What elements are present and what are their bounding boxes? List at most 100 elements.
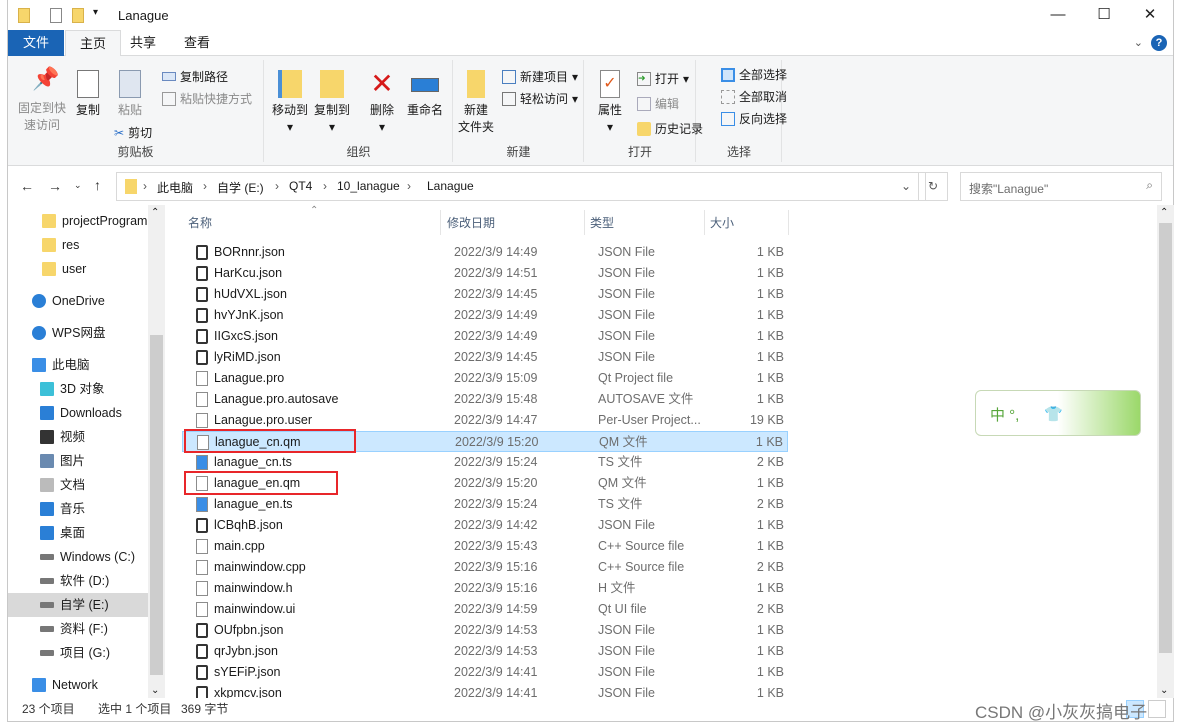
open-button[interactable]: ➜ 打开 ▾ [637,70,689,87]
tab-view[interactable]: 查看 [170,30,224,56]
nav-item[interactable]: Windows (C:) [40,545,135,569]
skin-shirt-icon[interactable]: 👕 [1044,405,1063,423]
copy-path-button[interactable]: 复制路径 [162,68,228,85]
paste-button[interactable]: 粘贴 [112,70,148,119]
copy-to-button[interactable]: 复制到 ▾ [311,70,353,136]
file-row[interactable]: OUfpbn.json 2022/3/9 14:53 JSON File 1 KB [182,620,788,641]
search-input[interactable]: 搜索"Lanague" ⌕ [960,172,1162,201]
maximize-button[interactable]: ☐ [1081,0,1127,30]
tab-home[interactable]: 主页 [65,30,122,57]
breadcrumb-item[interactable]: 此电脑 [157,179,193,196]
file-row[interactable]: mainwindow.cpp 2022/3/9 15:16 C++ Source f… [182,557,788,578]
minimize-button[interactable]: — [1035,0,1081,30]
file-row[interactable]: hUdVXL.json 2022/3/9 14:45 JSON File 1 KB [182,284,788,305]
file-row[interactable]: BORnnr.json 2022/3/9 14:49 JSON File 1 KB [182,242,788,263]
breadcrumb-item[interactable]: 10_lanague [337,179,400,193]
ime-toolbar[interactable]: 中 °, 👕 [975,390,1141,436]
properties-quick-icon[interactable] [50,8,62,23]
nav-scrollbar[interactable]: ⌃ ⌄ [148,205,165,698]
scroll-down-icon[interactable]: ⌄ [151,685,159,696]
new-folder-button[interactable]: 新建 文件夹 [456,70,496,136]
file-row[interactable]: lyRiMD.json 2022/3/9 14:45 JSON File 1 KB [182,347,788,368]
nav-item[interactable]: Downloads [40,401,122,425]
column-header-size[interactable]: 大小 [710,211,734,235]
file-row[interactable]: Lanague.pro.user 2022/3/9 14:47 Per-User P… [182,410,788,431]
file-row[interactable]: xkpmcv.json 2022/3/9 14:41 JSON File 1 KB [182,683,788,698]
nav-item[interactable]: 此电脑 [32,353,90,377]
copy-button[interactable]: 复制 [72,70,104,119]
nav-item[interactable]: 3D 对象 [40,377,104,401]
file-row[interactable]: sYEFiP.json 2022/3/9 14:41 JSON File 1 KB [182,662,788,683]
file-row[interactable]: Lanague.pro.autosave 2022/3/9 15:48 AUTOSA… [182,389,788,410]
nav-item[interactable]: 文档 [40,473,85,497]
nav-item[interactable]: projectProgram [42,209,147,233]
breadcrumb-item[interactable]: QT4 [289,179,312,193]
collapse-ribbon-icon[interactable]: ⌄ [1134,36,1143,49]
invert-selection-button[interactable]: 反向选择 [721,110,787,127]
paste-shortcut-button[interactable]: 粘贴快捷方式 [162,90,252,107]
nav-item[interactable]: 桌面 [40,521,85,545]
nav-item[interactable]: 音乐 [40,497,85,521]
scroll-down-icon[interactable]: ⌄ [1160,685,1168,696]
scrollbar-thumb[interactable] [1159,223,1172,653]
scroll-up-icon[interactable]: ⌃ [1160,207,1168,218]
breadcrumb-item[interactable]: Lanague [427,179,474,193]
back-button[interactable]: ← [20,178,34,194]
select-all-button[interactable]: 全部选择 [721,66,787,83]
large-icons-view-button[interactable] [1148,700,1166,718]
up-button[interactable]: ↑ [94,177,101,193]
column-header-type[interactable]: 类型 [590,211,614,235]
file-row[interactable]: lanague_en.ts 2022/3/9 15:24 TS 文件 2 KB [182,494,788,515]
edit-button[interactable]: 编辑 [637,95,679,112]
nav-item[interactable]: 项目 (G:) [40,641,110,665]
file-row[interactable]: HarKcu.json 2022/3/9 14:51 JSON File 1 KB [182,263,788,284]
tab-share[interactable]: 共享 [116,30,170,56]
close-button[interactable]: ✕ [1127,0,1173,30]
nav-item[interactable]: 自学 (E:) [8,593,148,617]
file-row[interactable]: IIGxcS.json 2022/3/9 14:49 JSON File 1 KB [182,326,788,347]
customize-quick-access-icon[interactable]: ▾ [93,7,98,18]
forward-button[interactable]: → [48,178,62,194]
nav-item[interactable]: 资料 (F:) [40,617,108,641]
new-folder-quick-icon[interactable] [72,8,84,23]
pin-quick-access-button[interactable]: 📌 固定到快 速访问 [14,68,70,134]
nav-item[interactable]: WPS网盘 [32,321,105,345]
file-row[interactable]: mainwindow.h 2022/3/9 15:16 H 文件 1 KB [182,578,788,599]
help-icon[interactable]: ? [1151,35,1167,51]
nav-item[interactable]: res [42,233,79,257]
file-row[interactable]: Lanague.pro 2022/3/9 15:09 Qt Project file… [182,368,788,389]
history-button[interactable]: 历史记录 [637,120,703,137]
nav-item[interactable]: 软件 (D:) [40,569,109,593]
file-row[interactable]: hvYJnK.json 2022/3/9 14:49 JSON File 1 KB [182,305,788,326]
delete-button[interactable]: ✕ 删除 ▾ [367,70,397,136]
scrollbar-thumb[interactable] [150,335,163,675]
file-row[interactable]: lCBqhB.json 2022/3/9 14:42 JSON File 1 KB [182,515,788,536]
file-row[interactable]: qrJybn.json 2022/3/9 14:53 JSON File 1 KB [182,641,788,662]
nav-item[interactable]: 视频 [40,425,85,449]
file-row[interactable]: main.cpp 2022/3/9 15:43 C++ Source file 1 K… [182,536,788,557]
nav-item[interactable]: Network [32,673,98,697]
breadcrumb-item[interactable]: 自学 (E:) [217,179,264,196]
address-dropdown-icon[interactable]: ⌄ [901,179,911,193]
easy-access-button[interactable]: 轻松访问 ▾ [502,90,578,107]
select-none-button[interactable]: 全部取消 [721,88,787,105]
scroll-up-icon[interactable]: ⌃ [151,207,159,218]
nav-item[interactable]: user [42,257,86,281]
tab-file[interactable]: 文件 [8,30,64,56]
file-list-scrollbar[interactable]: ⌃ ⌄ [1157,205,1174,698]
nav-item[interactable]: OneDrive [32,289,105,313]
file-row[interactable]: lanague_cn.ts 2022/3/9 15:24 TS 文件 2 KB [182,452,788,473]
move-to-button[interactable]: 移动到 ▾ [269,70,311,136]
refresh-button[interactable]: ↻ [918,172,948,201]
address-bar[interactable]: › 此电脑 › 自学 (E:) › QT4 › 10_lanague › Lan… [116,172,926,201]
file-row[interactable]: mainwindow.ui 2022/3/9 14:59 Qt UI file 2 K… [182,599,788,620]
new-item-button[interactable]: 新建项目 ▾ [502,68,578,85]
properties-button[interactable]: ✓ 属性 ▾ [595,70,625,136]
cut-button[interactable]: ✂ 剪切 [114,124,152,141]
rename-button[interactable]: 重命名 [403,70,447,119]
nav-item[interactable]: 图片 [40,449,85,473]
column-header-date[interactable]: 修改日期 [447,211,495,235]
recent-locations-button[interactable]: ⌄ [74,180,82,191]
ime-mode-label[interactable]: 中 °, [990,404,1019,425]
column-header-name[interactable]: 名称 [188,211,212,235]
